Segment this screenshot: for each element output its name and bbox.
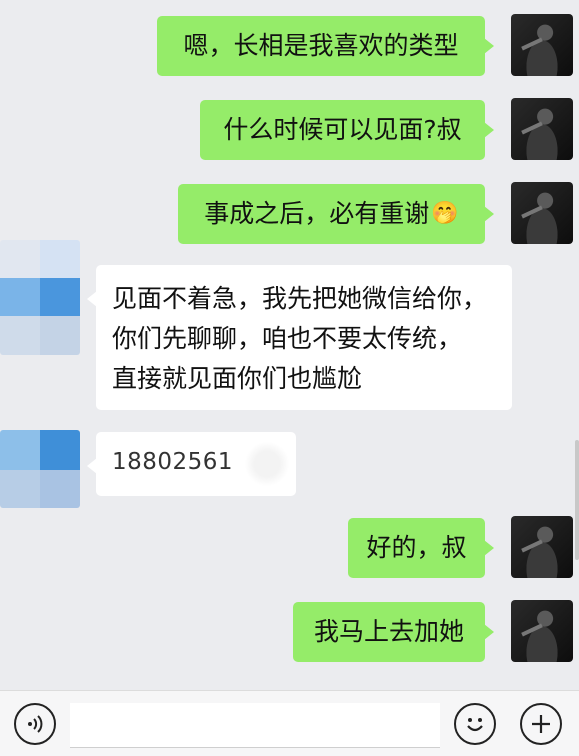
contact-avatar[interactable] bbox=[0, 430, 80, 508]
message-text: 我马上去加她 bbox=[313, 617, 464, 646]
message-bubble-outgoing[interactable]: 嗯，长相是我喜欢的类型 bbox=[157, 16, 494, 76]
my-avatar[interactable] bbox=[511, 600, 573, 662]
voice-icon bbox=[28, 715, 43, 733]
my-avatar[interactable] bbox=[511, 98, 573, 160]
message-line: 你们先聊聊，咱也不要太传统， bbox=[112, 324, 463, 353]
emoji-icon: 🤭 bbox=[431, 201, 459, 226]
input-bar bbox=[0, 690, 579, 756]
message-bubble-outgoing[interactable]: 好的，叔 bbox=[348, 518, 494, 578]
message-text: 事成之后，必有重谢 bbox=[204, 199, 430, 228]
message-bubble-incoming[interactable]: 18802561 bbox=[87, 432, 296, 496]
my-avatar[interactable] bbox=[511, 182, 573, 244]
scrollbar-thumb[interactable] bbox=[575, 440, 579, 560]
contact-avatar[interactable] bbox=[0, 240, 80, 355]
message-line: 直接就见面你们也尴尬 bbox=[112, 364, 363, 393]
plus-icon bbox=[532, 715, 550, 733]
add-button[interactable] bbox=[520, 703, 562, 745]
message-input[interactable] bbox=[70, 703, 440, 748]
message-bubble-outgoing[interactable]: 什么时候可以见面?叔 bbox=[200, 100, 494, 160]
chat-area: 嗯，长相是我喜欢的类型 什么时候可以见面?叔 事成之后，必有重谢 🤭 见面不着急… bbox=[0, 0, 579, 690]
emoji-icon bbox=[467, 718, 483, 732]
message-line: 见面不着急，我先把她微信给你， bbox=[112, 284, 488, 313]
message-bubble-incoming[interactable]: 见面不着急，我先把她微信给你， 你们先聊聊，咱也不要太传统， 直接就见面你们也尴… bbox=[87, 265, 512, 410]
message-bubble-outgoing[interactable]: 我马上去加她 bbox=[293, 602, 494, 662]
message-text: 嗯，长相是我喜欢的类型 bbox=[183, 31, 459, 60]
message-text: 什么时候可以见面?叔 bbox=[223, 115, 462, 144]
my-avatar[interactable] bbox=[511, 516, 573, 578]
message-text: 见面不着急，我先把她微信给你， 你们先聊聊，咱也不要太传统， 直接就见面你们也尴… bbox=[112, 279, 487, 399]
emoji-button[interactable] bbox=[454, 703, 496, 745]
message-text: 好的，叔 bbox=[366, 533, 467, 562]
phone-number-text[interactable]: 18802561 bbox=[112, 449, 233, 475]
my-avatar[interactable] bbox=[511, 14, 573, 76]
voice-button[interactable] bbox=[14, 703, 56, 745]
message-bubble-outgoing[interactable]: 事成之后，必有重谢 🤭 bbox=[178, 184, 494, 244]
blur-overlay bbox=[244, 442, 290, 486]
